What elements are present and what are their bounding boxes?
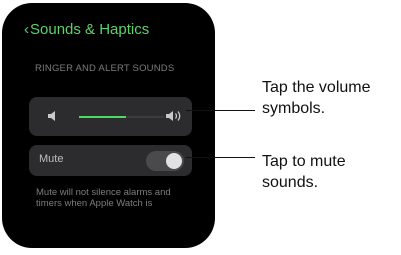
toggle-knob: [166, 153, 182, 169]
watch-screen: ‹ Sounds & Haptics RINGER AND ALERT SOUN…: [2, 3, 215, 248]
callout-volume: Tap the volume symbols.: [262, 79, 371, 117]
speaker-low-icon: [48, 111, 55, 121]
mute-toggle[interactable]: [146, 151, 184, 171]
volume-up-button[interactable]: [160, 105, 188, 127]
callout-mute: Tap to mute sounds.: [262, 153, 346, 191]
apple-watch-frame: ‹ Sounds & Haptics RINGER AND ALERT SOUN…: [2, 3, 215, 248]
mute-label: Mute: [39, 153, 64, 165]
back-label: Sounds & Haptics: [30, 21, 150, 38]
callout-leader-mute: [186, 157, 255, 158]
volume-fill: [79, 116, 126, 118]
mute-row: Mute: [29, 145, 192, 176]
speaker-high-icon: [166, 111, 181, 121]
volume-control: [29, 97, 192, 136]
section-header: RINGER AND ALERT SOUNDS: [35, 63, 175, 74]
callout-leader-volume: [186, 110, 255, 111]
back-button[interactable]: ‹ Sounds & Haptics: [24, 21, 149, 38]
volume-down-button[interactable]: [39, 105, 67, 127]
volume-slider[interactable]: [79, 116, 164, 118]
footnote-text: Mute will not silence alarms and timers …: [36, 187, 171, 209]
chevron-left-icon: ‹: [24, 21, 29, 38]
